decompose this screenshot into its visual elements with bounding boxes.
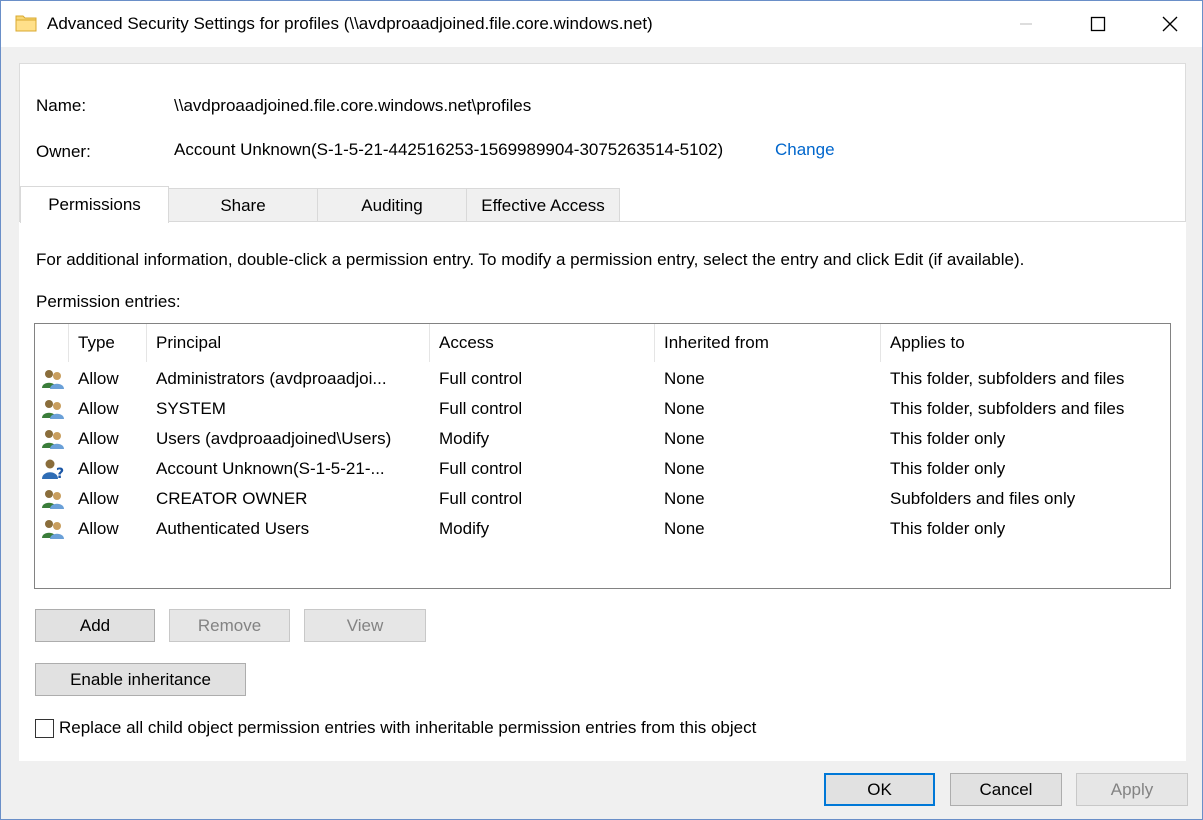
column-header-applies-to[interactable]: Applies to [881, 324, 1171, 362]
cell-principal: Users (avdproaadjoined\Users) [156, 429, 392, 448]
cell-principal: Authenticated Users [156, 519, 310, 538]
apply-button[interactable]: Apply [1076, 773, 1188, 806]
cell-access: Full control [439, 459, 523, 478]
column-header-access[interactable]: Access [430, 324, 655, 362]
users-icon [41, 398, 65, 420]
button-label: Enable inheritance [70, 669, 211, 689]
tab-permissions[interactable]: Permissions [20, 186, 169, 223]
cell-access: Full control [439, 399, 523, 418]
add-button[interactable]: Add [35, 609, 155, 642]
column-header-label: Type [78, 333, 115, 352]
cell-principal: CREATOR OWNER [156, 489, 308, 508]
cell-applies: Subfolders and files only [890, 489, 1076, 508]
users-icon [41, 368, 65, 390]
tab-label: Auditing [361, 195, 423, 215]
cell-inherited: None [664, 429, 705, 448]
column-header-type[interactable]: Type [69, 324, 147, 362]
list-header: Type Principal Access Inherited from App… [35, 324, 1170, 362]
cell-access: Modify [439, 519, 490, 538]
column-header-inherited-from[interactable]: Inherited from [655, 324, 881, 362]
cell-access: Full control [439, 489, 523, 508]
cell-type: Allow [78, 519, 119, 538]
table-row[interactable]: Allow Authenticated Users Modify None This f… [35, 514, 1170, 544]
cell-type: Allow [78, 399, 119, 418]
cell-applies: This folder, subfolders and files [890, 369, 1125, 388]
cell-type: Allow [78, 489, 119, 508]
remove-button[interactable]: Remove [169, 609, 290, 642]
cell-applies: This folder only [890, 519, 1006, 538]
close-button[interactable] [1137, 1, 1203, 47]
folder-icon [15, 15, 37, 32]
change-owner-link[interactable]: Change [775, 140, 835, 160]
dialog-content: Name: \\avdproaadjoined.file.core.window… [19, 63, 1186, 761]
svg-text:?: ? [56, 466, 64, 480]
users-icon [41, 428, 65, 450]
minimize-icon [1020, 23, 1032, 25]
column-header-label: Access [439, 333, 494, 352]
tab-share[interactable]: Share [168, 188, 318, 222]
table-row[interactable]: Allow Users (avdproaadjoined\Users) Modify… [35, 424, 1170, 454]
tab-auditing[interactable]: Auditing [317, 188, 467, 222]
button-label: View [346, 615, 384, 635]
table-row[interactable]: ? Allow Account Unknown(S-1-5-21-... Full c… [35, 454, 1170, 484]
cell-principal: Administrators (avdproaadjoi... [156, 369, 387, 388]
cell-inherited: None [664, 489, 705, 508]
icon-column-header[interactable] [35, 324, 69, 362]
cell-applies: This folder only [890, 429, 1006, 448]
instructions-text: For additional information, double-click… [36, 250, 1025, 269]
permission-entries-label: Permission entries: [36, 292, 181, 311]
cell-principal: Account Unknown(S-1-5-21-... [156, 459, 385, 478]
unknown-user-icon: ? [41, 458, 65, 482]
table-row[interactable]: Allow CREATOR OWNER Full control None Subfol… [35, 484, 1170, 514]
cell-principal: SYSTEM [156, 399, 226, 418]
tab-strip: Permissions Share Auditing Effective Acc… [20, 186, 1185, 223]
permission-entries-list[interactable]: Type Principal Access Inherited from App… [34, 323, 1171, 589]
column-header-label: Principal [156, 333, 222, 352]
cell-inherited: None [664, 369, 705, 388]
button-label: Cancel [979, 779, 1033, 799]
cell-applies: This folder only [890, 459, 1006, 478]
cell-applies: This folder, subfolders and files [890, 399, 1125, 418]
tab-label: Effective Access [481, 195, 605, 215]
cell-access: Full control [439, 369, 523, 388]
users-icon [41, 488, 65, 510]
tab-label: Share [220, 195, 266, 215]
title-bar[interactable]: Advanced Security Settings for profiles … [1, 1, 1202, 47]
tab-effective-access[interactable]: Effective Access [466, 188, 620, 222]
column-header-label: Inherited from [664, 333, 769, 352]
column-header-principal[interactable]: Principal [147, 324, 430, 362]
cell-type: Allow [78, 459, 119, 478]
security-settings-window: Advanced Security Settings for profiles … [0, 0, 1203, 820]
owner-value: Account Unknown(S-1-5-21-442516253-15699… [174, 140, 724, 159]
ok-button[interactable]: OK [824, 773, 935, 806]
view-button[interactable]: View [304, 609, 426, 642]
cell-type: Allow [78, 369, 119, 388]
users-icon [41, 518, 65, 540]
table-row[interactable]: Allow Administrators (avdproaadjoi... Full… [35, 364, 1170, 394]
window-title: Advanced Security Settings for profiles … [47, 14, 653, 33]
table-row[interactable]: Allow SYSTEM Full control None This folder, … [35, 394, 1170, 424]
name-value: \\avdproaadjoined.file.core.windows.net\… [174, 96, 532, 115]
cancel-button[interactable]: Cancel [950, 773, 1062, 806]
column-header-label: Applies to [890, 333, 965, 352]
button-label: Remove [197, 615, 262, 635]
close-icon [1162, 16, 1178, 32]
button-label: Add [79, 615, 111, 635]
button-label: Apply [1110, 779, 1154, 799]
enable-inheritance-button[interactable]: Enable inheritance [35, 663, 246, 696]
maximize-button[interactable] [1065, 1, 1131, 47]
replace-child-permissions-label: Replace all child object permission entr… [59, 718, 757, 737]
cell-inherited: None [664, 399, 705, 418]
owner-label: Owner: [36, 142, 91, 161]
name-label: Name: [36, 96, 87, 115]
replace-child-permissions-checkbox[interactable] [35, 719, 54, 738]
tab-label: Permissions [48, 195, 141, 214]
cell-inherited: None [664, 459, 705, 478]
minimize-button[interactable] [993, 1, 1059, 47]
button-label: OK [867, 779, 892, 799]
maximize-icon [1090, 16, 1106, 32]
cell-access: Modify [439, 429, 490, 448]
cell-inherited: None [664, 519, 705, 538]
cell-type: Allow [78, 429, 119, 448]
